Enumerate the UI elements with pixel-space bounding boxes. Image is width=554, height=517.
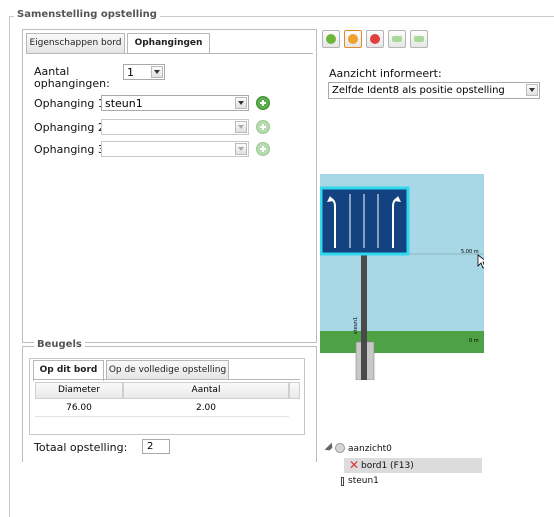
column-header-filler <box>289 382 300 399</box>
tab-divider <box>26 53 313 54</box>
delete-icon <box>370 34 380 44</box>
chevron-down-icon[interactable] <box>235 121 247 133</box>
cell-aantal: 2.00 <box>195 403 217 413</box>
add-ophanging-2-button[interactable] <box>256 120 270 134</box>
pole-label: steun1 <box>353 317 359 334</box>
eye-icon <box>335 443 345 453</box>
chevron-down-icon[interactable] <box>526 84 538 96</box>
opstelling-preview[interactable]: 5.00 m 0 m steun1 <box>320 174 484 380</box>
totaal-opstelling-label: Totaal opstelling: <box>34 441 128 454</box>
move-left-button[interactable] <box>388 30 406 48</box>
ophanging-1-value: steun1 <box>105 97 143 110</box>
grid-row-divider <box>35 416 289 417</box>
aantal-ophangingen-select[interactable]: 1 <box>123 64 165 80</box>
arrow-left-icon <box>392 36 402 42</box>
move-right-button[interactable] <box>410 30 428 48</box>
ophanging-2-select[interactable] <box>101 119 249 135</box>
dimension-label-top: 5.00 m <box>461 249 479 255</box>
tab-eigenschappen-bord[interactable]: Eigenschappen bord <box>26 33 125 53</box>
aanzicht-informeert-value: Zelfde Ident8 als positie opstelling <box>332 85 505 96</box>
tab-op-de-volledige-opstelling[interactable]: Op de volledige opstelling <box>106 360 229 380</box>
column-header-diameter[interactable]: Diameter <box>35 382 123 399</box>
ophanging-1-label: Ophanging 1: <box>34 97 109 110</box>
tab-ophangingen[interactable]: Ophangingen <box>127 33 210 54</box>
arrow-right-icon <box>414 36 424 42</box>
aantal-ophangingen-value: 1 <box>127 66 134 79</box>
totaal-opstelling-field[interactable]: 2 <box>142 439 170 454</box>
beugels-tab-divider <box>33 379 300 380</box>
refresh-icon <box>326 34 336 44</box>
tree-node-bord[interactable]: bord1 (F13) <box>361 461 414 471</box>
beugels-legend: Beugels <box>34 339 85 350</box>
aanzicht-informeert-select[interactable]: Zelfde Ident8 als positie opstelling <box>328 82 540 99</box>
pole <box>361 254 367 380</box>
refresh-button[interactable] <box>322 30 340 48</box>
highlight-button[interactable] <box>344 30 362 48</box>
chevron-down-icon[interactable] <box>151 66 163 78</box>
column-header-aantal[interactable]: Aantal <box>123 382 289 399</box>
grass-area <box>320 331 484 353</box>
ophanging-2-label: Ophanging 2: <box>34 121 109 134</box>
chevron-down-icon[interactable] <box>235 143 247 155</box>
tree-node-steun[interactable]: steun1 <box>348 476 379 486</box>
chevron-down-icon[interactable] <box>235 97 247 109</box>
add-ophanging-3-button[interactable] <box>256 142 270 156</box>
dimension-label-ground: 0 m <box>469 338 479 344</box>
add-ophanging-1-button[interactable] <box>256 96 270 110</box>
cell-diameter: 76.00 <box>66 403 92 413</box>
highlight-icon <box>348 34 358 44</box>
close-icon: ✕ <box>349 458 360 472</box>
ophanging-3-select[interactable] <box>101 141 249 157</box>
ophanging-3-label: Ophanging 3: <box>34 143 109 156</box>
ophanging-1-select[interactable]: steun1 <box>101 95 249 111</box>
aanzicht-informeert-label: Aanzicht informeert: <box>329 67 442 80</box>
tab-op-dit-bord[interactable]: Op dit bord <box>33 360 104 381</box>
aantal-ophangingen-label: Aantal ophangingen: <box>34 66 110 90</box>
tree-node-aanzicht[interactable]: aanzicht0 <box>348 444 392 454</box>
samenstelling-legend: Samenstelling opstelling <box>14 9 160 20</box>
aantal-label-line2: ophangingen: <box>34 77 110 90</box>
delete-button[interactable] <box>366 30 384 48</box>
pole-icon <box>341 477 344 486</box>
